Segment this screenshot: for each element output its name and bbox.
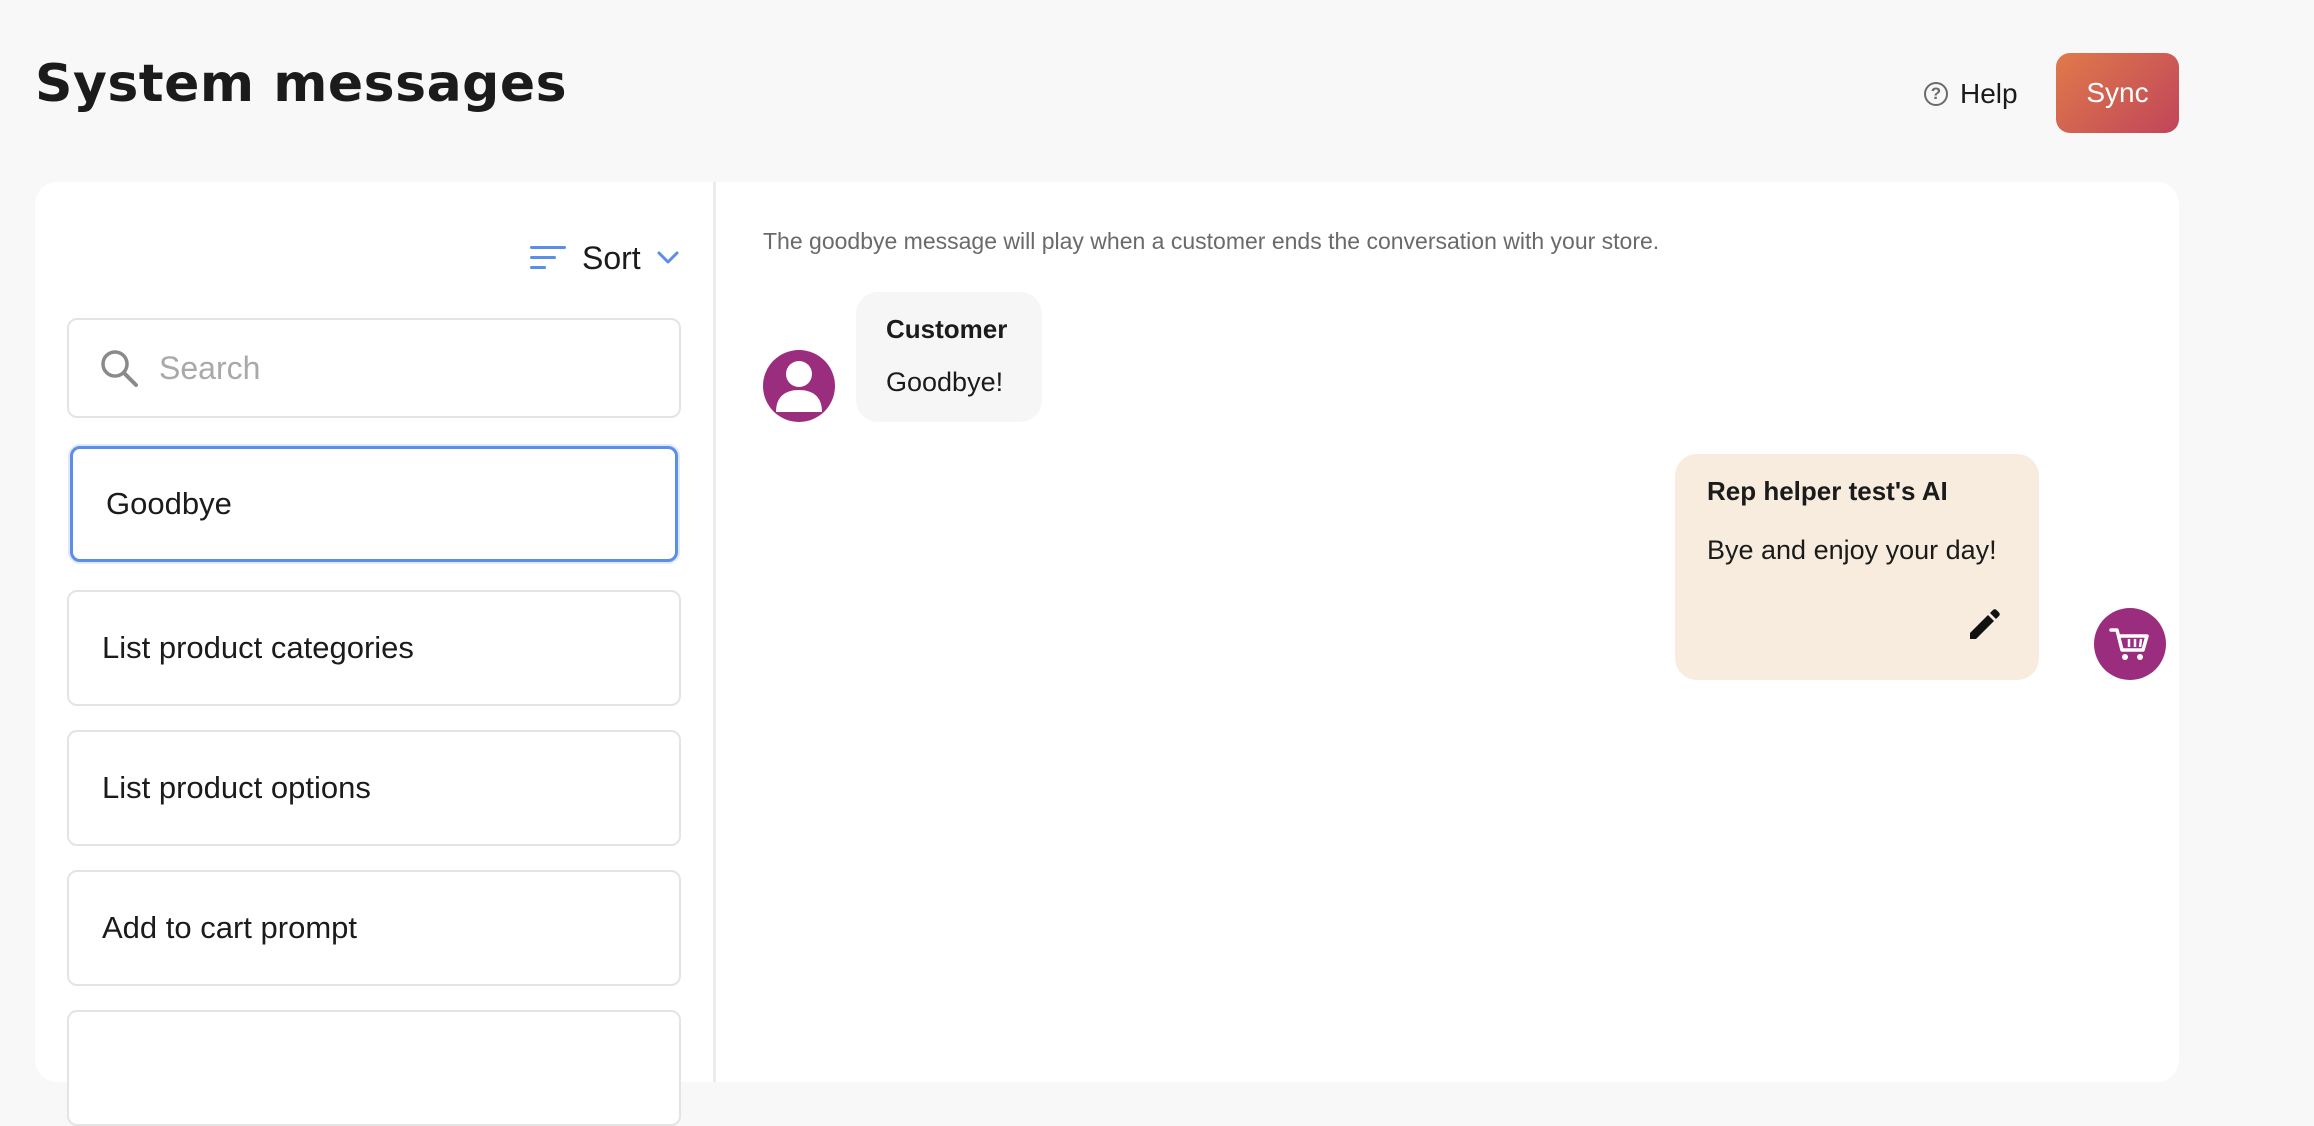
user-icon [776, 361, 822, 412]
messages-panel: Sort Goodbye List product categories Lis… [35, 182, 2179, 1126]
list-item-partial[interactable] [67, 1010, 681, 1126]
help-label: Help [1960, 78, 2018, 109]
cart-icon [2109, 628, 2149, 660]
edit-message-button[interactable] [1963, 602, 2007, 646]
ai-name: Rep helper test's AI [1707, 476, 1948, 506]
question-circle-icon: ? [1924, 82, 1948, 106]
list-item-list-product-options[interactable]: List product options [67, 730, 681, 846]
list-item-label: List product options [102, 770, 371, 805]
message-preview: The goodbye message will play when a cus… [716, 182, 2179, 1082]
search-field[interactable] [67, 318, 681, 418]
sort-lines-icon [530, 246, 566, 269]
list-item-label: List product categories [102, 630, 414, 665]
chevron-down-icon [657, 251, 679, 264]
customer-message-bubble: Customer Goodbye! [856, 292, 1042, 422]
search-icon [101, 350, 138, 387]
sort-dropdown[interactable]: Sort [530, 238, 679, 278]
sort-label: Sort [582, 239, 641, 276]
search-input[interactable] [157, 348, 641, 388]
help-button[interactable]: ? Help [1924, 74, 2018, 114]
customer-name: Customer [886, 314, 1008, 344]
page-title: System messages [35, 54, 568, 114]
ai-avatar [2094, 608, 2166, 680]
list-item-list-product-categories[interactable]: List product categories [67, 590, 681, 706]
ai-message-bubble: Rep helper test's AI Bye and enjoy your … [1675, 454, 2039, 680]
sync-button[interactable]: Sync [2056, 53, 2179, 133]
list-item-add-to-cart-prompt[interactable]: Add to cart prompt [67, 870, 681, 986]
list-item-label: Goodbye [106, 486, 232, 521]
pencil-icon [1970, 609, 2000, 639]
message-description: The goodbye message will play when a cus… [763, 228, 1660, 254]
customer-message: Goodbye! [886, 367, 1004, 397]
ai-message: Bye and enjoy your day! [1707, 535, 1997, 565]
list-item-goodbye[interactable]: Goodbye [70, 446, 678, 562]
list-item-label: Add to cart prompt [102, 910, 358, 945]
customer-avatar [763, 350, 835, 422]
message-list-column: Sort Goodbye List product categories Lis… [35, 182, 716, 1126]
